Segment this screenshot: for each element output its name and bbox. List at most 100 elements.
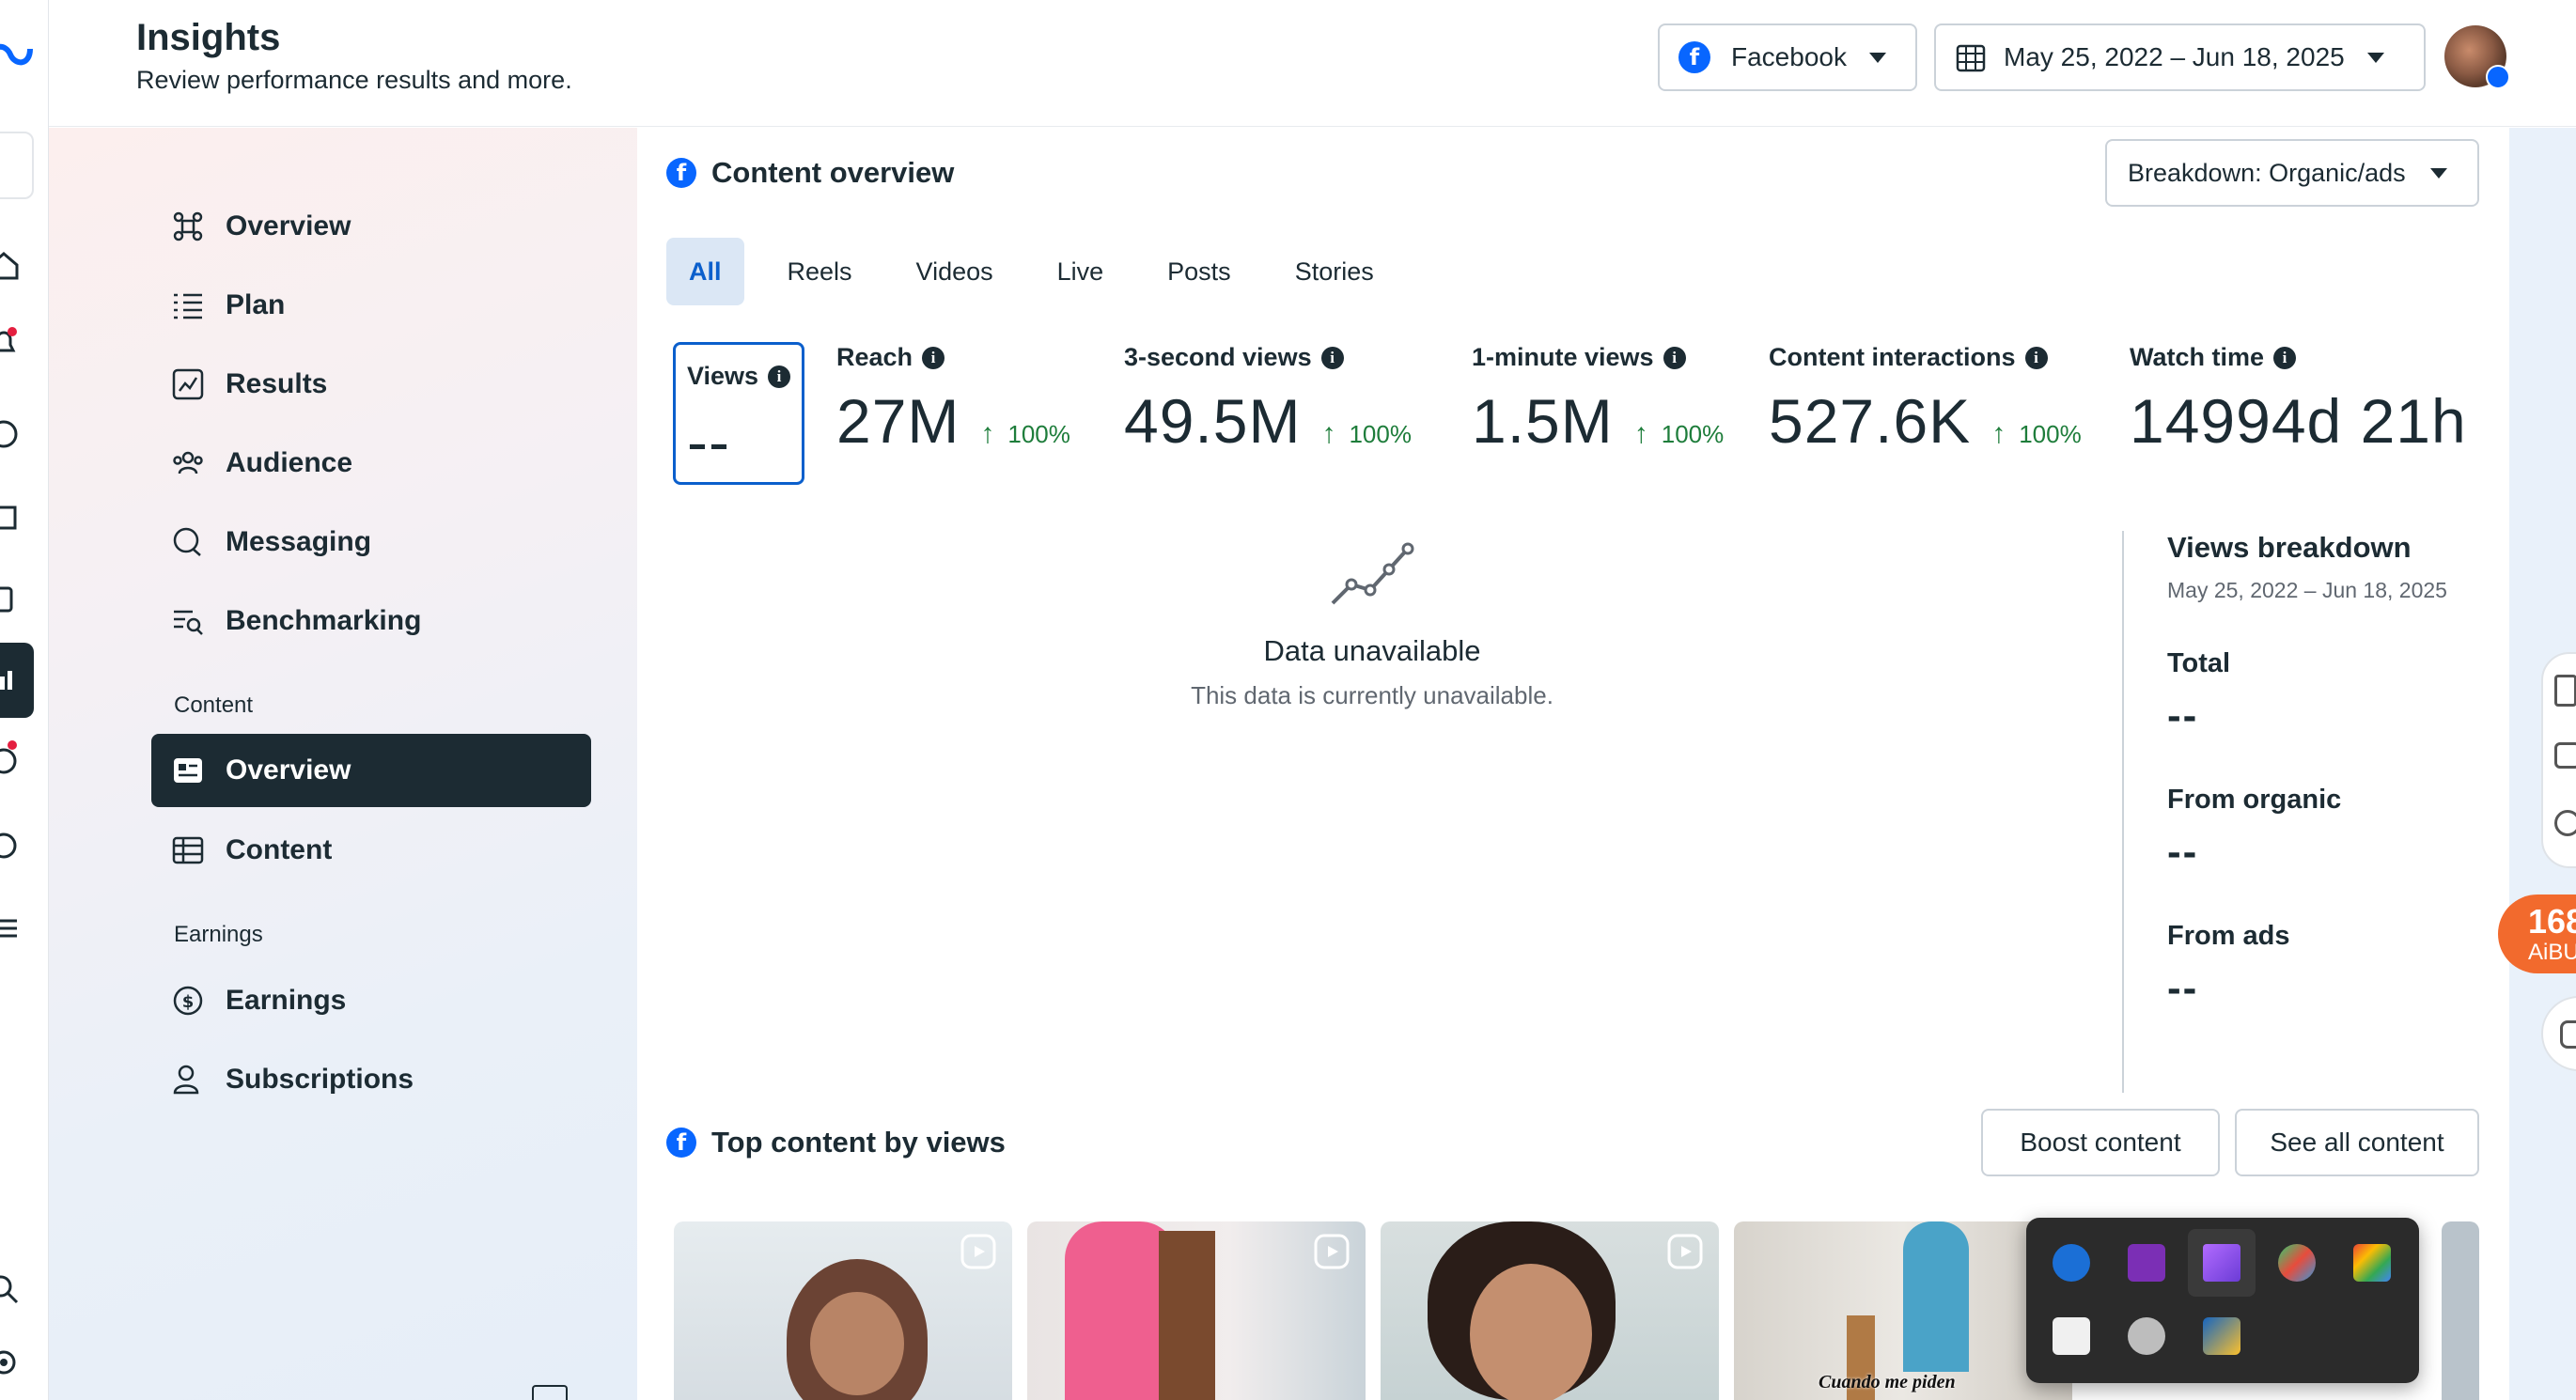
metric-3-second-views[interactable]: 3-second views i 49.5M ↑ 100% bbox=[1124, 343, 1412, 457]
sidebar-item-audience[interactable]: Audience bbox=[103, 427, 543, 500]
metric-value: 49.5M bbox=[1124, 386, 1302, 456]
sidebar-item-overview[interactable]: Overview bbox=[103, 190, 543, 263]
hexagon-settings-icon bbox=[2560, 1020, 2576, 1049]
tab-stories[interactable]: Stories bbox=[1274, 238, 1395, 305]
ai-badge[interactable]: 168 AiBU bbox=[2498, 894, 2576, 973]
date-range-select[interactable]: May 25, 2022 – Jun 18, 2025 bbox=[1934, 23, 2426, 91]
facebook-icon: f bbox=[666, 1128, 696, 1158]
onenote-icon[interactable] bbox=[2128, 1244, 2165, 1282]
content-thumbnail[interactable] bbox=[674, 1221, 1012, 1400]
info-icon[interactable]: i bbox=[1663, 346, 1686, 369]
info-icon[interactable]: i bbox=[768, 365, 790, 388]
ads-value: -- bbox=[2167, 965, 2199, 1011]
monetization-icon[interactable] bbox=[0, 827, 34, 864]
reels-icon bbox=[960, 1234, 996, 1269]
content-thumbnail[interactable] bbox=[1027, 1221, 1366, 1400]
metric-value: 1.5M bbox=[1472, 386, 1614, 456]
content-thumbnail[interactable] bbox=[2442, 1221, 2479, 1400]
see-all-content-button[interactable]: See all content bbox=[2235, 1109, 2479, 1176]
metric-reach[interactable]: Reach i 27M ↑ 100% bbox=[836, 343, 1070, 457]
metric-value: 27M bbox=[836, 386, 960, 456]
info-icon[interactable]: i bbox=[2273, 346, 2297, 369]
overview-icon bbox=[171, 210, 205, 243]
metric-label: 3-second views bbox=[1124, 343, 1312, 371]
tab-posts[interactable]: Posts bbox=[1147, 238, 1252, 305]
data-unavailable: Data unavailable This data is currently … bbox=[1184, 536, 1560, 710]
color-app-icon[interactable] bbox=[2278, 1244, 2316, 1282]
assistant-icon[interactable] bbox=[2554, 810, 2576, 836]
data-unavailable-text: This data is currently unavailable. bbox=[1191, 681, 1553, 709]
metric-content-interactions[interactable]: Content interactions i 527.6K ↑ 100% bbox=[1769, 343, 2082, 457]
insights-icon[interactable] bbox=[0, 661, 34, 699]
arrow-up-icon: ↑ bbox=[1991, 418, 2006, 449]
notifications-icon[interactable] bbox=[0, 324, 34, 362]
metric-label: Watch time bbox=[2130, 343, 2265, 371]
search-icon[interactable] bbox=[0, 1270, 34, 1308]
metric-delta-value: 100% bbox=[1661, 419, 1725, 448]
page-avatar[interactable] bbox=[0, 132, 34, 199]
info-icon[interactable]: i bbox=[1320, 346, 1344, 369]
facebook-badge-icon bbox=[2486, 65, 2510, 89]
sidebar-item-content-overview[interactable]: Overview bbox=[151, 734, 591, 807]
sidebar-item-label: Plan bbox=[226, 289, 286, 320]
meta-logo-icon[interactable] bbox=[0, 36, 34, 73]
tab-videos[interactable]: Videos bbox=[896, 238, 1014, 305]
collapse-sidebar-icon[interactable] bbox=[532, 1385, 568, 1400]
security-shield-icon[interactable] bbox=[2203, 1317, 2240, 1355]
home-icon[interactable] bbox=[0, 246, 34, 284]
windows-app-icon[interactable] bbox=[2053, 1317, 2090, 1355]
content-thumbnail[interactable]: Cuando me piden bbox=[1734, 1221, 2072, 1400]
clock-icon[interactable] bbox=[0, 415, 34, 453]
settings-icon[interactable] bbox=[0, 1344, 34, 1381]
tab-all[interactable]: All bbox=[666, 238, 744, 305]
date-range-label: May 25, 2022 – Jun 18, 2025 bbox=[2004, 42, 2345, 71]
ads-icon[interactable] bbox=[0, 742, 34, 780]
sidebar-item-benchmarking[interactable]: Benchmarking bbox=[103, 584, 543, 658]
organic-value: -- bbox=[2167, 829, 2199, 875]
sidebar-item-subscriptions[interactable]: Subscriptions bbox=[103, 1043, 543, 1116]
metric-1-minute-views[interactable]: 1-minute views i 1.5M ↑ 100% bbox=[1472, 343, 1724, 457]
calendar-icon bbox=[1956, 44, 1986, 72]
drive-app-icon[interactable] bbox=[2353, 1244, 2391, 1282]
metric-label: Content interactions bbox=[1769, 343, 2016, 371]
metric-label-row: 1-minute views i bbox=[1472, 343, 1724, 372]
arrow-up-icon: ↑ bbox=[980, 418, 995, 449]
all-tools-icon[interactable] bbox=[0, 910, 34, 947]
tab-reels[interactable]: Reels bbox=[767, 238, 873, 305]
ai-badge-text: AiBU bbox=[2528, 940, 2576, 965]
metric-label-row: 3-second views i bbox=[1124, 343, 1412, 372]
info-icon[interactable]: i bbox=[2024, 346, 2048, 369]
breakdown-select[interactable]: Breakdown: Organic/ads bbox=[2105, 139, 2479, 207]
content-thumbnail[interactable] bbox=[1381, 1221, 1719, 1400]
metric-delta: ↑ 100% bbox=[1991, 418, 2082, 450]
side-toolbar[interactable] bbox=[2541, 652, 2576, 868]
messaging-icon bbox=[171, 525, 205, 559]
metric-value: 527.6K bbox=[1769, 386, 1972, 456]
chat-app-icon[interactable] bbox=[2053, 1244, 2090, 1282]
thumbnail-face bbox=[1470, 1264, 1592, 1400]
onedrive-icon[interactable] bbox=[2128, 1317, 2165, 1355]
chevron-down-icon bbox=[2429, 167, 2447, 179]
sidebar-item-messaging[interactable]: Messaging bbox=[103, 506, 543, 579]
divider bbox=[2122, 531, 2124, 1093]
thumbnail-door bbox=[1159, 1231, 1215, 1400]
metric-views[interactable]: Views i -- bbox=[673, 342, 804, 485]
translate-icon[interactable] bbox=[2554, 675, 2576, 707]
boost-content-button[interactable]: Boost content bbox=[1981, 1109, 2220, 1176]
pages-icon[interactable] bbox=[0, 581, 34, 618]
metric-value-row: 527.6K ↑ 100% bbox=[1769, 385, 2082, 457]
sidebar-item-earnings[interactable]: $ Earnings bbox=[103, 964, 543, 1037]
profile-avatar[interactable] bbox=[2444, 25, 2510, 89]
tab-live[interactable]: Live bbox=[1037, 238, 1125, 305]
ai-badge-number: 168 bbox=[2528, 902, 2576, 941]
metric-label: 1-minute views bbox=[1472, 343, 1654, 371]
sidebar-item-content[interactable]: Content bbox=[103, 814, 543, 887]
platform-select[interactable]: f Facebook bbox=[1658, 23, 1917, 91]
metric-watch-time[interactable]: Watch time i 14994d 21h bbox=[2130, 343, 2467, 457]
calendar-icon[interactable] bbox=[0, 498, 34, 536]
pen-app-icon[interactable] bbox=[2203, 1244, 2240, 1282]
screenshot-icon[interactable] bbox=[2554, 742, 2576, 769]
sidebar-item-plan[interactable]: Plan bbox=[103, 269, 543, 342]
sidebar-item-results[interactable]: Results bbox=[103, 348, 543, 421]
info-icon[interactable]: i bbox=[922, 346, 945, 369]
